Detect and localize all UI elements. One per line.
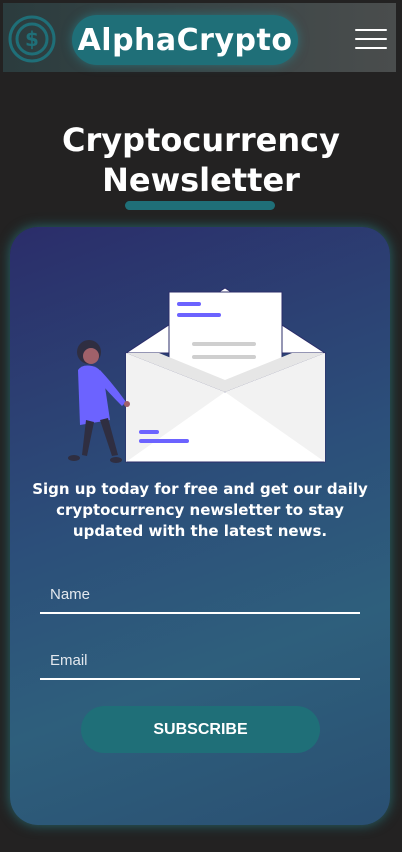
page-title-line1: Cryptocurrency [62,121,340,159]
name-field [40,576,360,614]
page-title-line2: Newsletter [102,161,300,199]
top-navbar: $ AlphaCrypto [3,3,396,72]
svg-text:$: $ [25,27,39,51]
email-input[interactable] [40,642,360,678]
person-with-envelope-illustration [62,280,332,470]
dollar-coin-icon[interactable]: $ [8,15,56,63]
email-field [40,642,360,680]
subscribe-button[interactable]: SUBSCRIBE [81,706,320,753]
title-underline [125,201,275,210]
page-title: Cryptocurrency Newsletter [0,120,402,200]
newsletter-description: Sign up today for free and get our daily… [32,480,368,540]
hamburger-menu-icon[interactable] [355,29,389,51]
brand-logo[interactable]: AlphaCrypto [72,15,298,65]
name-input[interactable] [40,576,360,612]
